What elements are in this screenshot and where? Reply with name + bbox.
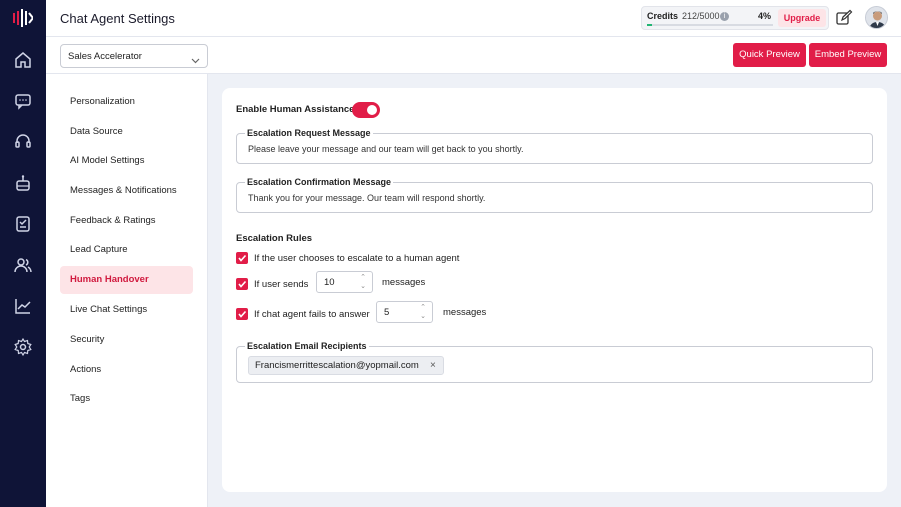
settings-icon[interactable] — [13, 337, 33, 357]
email-chip-text: Francismerrittescalation@yopmail.com — [255, 360, 419, 371]
chevron-down-icon — [191, 52, 200, 64]
page-title: Chat Agent Settings — [60, 11, 175, 26]
agent-select-value: Sales Accelerator — [68, 51, 142, 62]
embed-preview-button[interactable]: Embed Preview — [809, 43, 887, 67]
chat-icon[interactable] — [13, 91, 33, 111]
human-handover-card: Enable Human Assistance Escalation Reque… — [222, 88, 887, 492]
escalation-request-label: Escalation Request Message — [245, 128, 373, 139]
rule-escalate-checkbox[interactable] — [236, 252, 248, 264]
settings-menu: Personalization Data Source AI Model Set… — [46, 74, 208, 507]
menu-item-ai-model-settings[interactable]: AI Model Settings — [60, 147, 193, 175]
rule-user-sends-checkbox[interactable] — [236, 278, 248, 290]
close-icon[interactable]: × — [430, 357, 436, 374]
user-sends-value: 10 — [324, 277, 335, 288]
avatar[interactable] — [865, 6, 888, 29]
top-header: Chat Agent Settings Credits 212/5000 i 4… — [46, 0, 901, 37]
info-icon[interactable]: i — [720, 12, 729, 21]
chevron-down-icon[interactable]: ⌄ — [419, 313, 427, 321]
email-chip: Francismerrittescalation@yopmail.com × — [248, 356, 444, 375]
escalation-email-field[interactable]: Escalation Email Recipients Francismerri… — [236, 341, 873, 383]
edit-icon[interactable] — [835, 9, 853, 27]
rule-agent-fails-checkbox[interactable] — [236, 308, 248, 320]
nav-rail — [0, 0, 46, 507]
menu-item-actions[interactable]: Actions — [60, 356, 193, 384]
users-icon[interactable] — [13, 255, 33, 275]
menu-item-security[interactable]: Security — [60, 326, 193, 354]
brand-logo-icon[interactable] — [13, 9, 35, 27]
agent-fails-value: 5 — [384, 307, 390, 318]
analytics-icon[interactable] — [13, 296, 33, 316]
toggle-knob — [367, 105, 377, 115]
user-sends-suffix: messages — [382, 277, 426, 288]
escalation-request-value: Please leave your message and our team w… — [248, 144, 524, 154]
enable-human-assistance-label: Enable Human Assistance — [236, 104, 355, 115]
menu-item-human-handover[interactable]: Human Handover — [60, 266, 193, 294]
chevron-down-icon[interactable]: ⌄ — [359, 283, 367, 291]
bot-icon[interactable] — [13, 173, 33, 193]
menu-item-tags[interactable]: Tags — [60, 385, 193, 413]
toolbar: Sales Accelerator Quick Preview Embed Pr… — [46, 37, 901, 74]
menu-item-lead-capture[interactable]: Lead Capture — [60, 236, 193, 264]
credits-progress-fill — [647, 24, 653, 26]
credits-percent: 4% — [758, 11, 772, 21]
credits-progress-bar — [647, 24, 773, 26]
menu-item-personalization[interactable]: Personalization — [60, 88, 193, 116]
rule-escalate-label: If the user chooses to escalate to a hum… — [254, 253, 460, 264]
rule-user-sends-label: If user sends — [254, 279, 309, 290]
agent-fails-stepper[interactable]: 5 ⌃ ⌄ — [376, 301, 433, 323]
agent-select[interactable]: Sales Accelerator — [60, 44, 208, 68]
escalation-confirmation-value: Thank you for your message. Our team wil… — [248, 193, 486, 203]
credits-value: 212/5000 — [682, 11, 720, 21]
menu-item-feedback-ratings[interactable]: Feedback & Ratings — [60, 207, 193, 235]
quick-preview-button[interactable]: Quick Preview — [733, 43, 806, 67]
escalation-request-field[interactable]: Escalation Request Message Please leave … — [236, 128, 873, 164]
chevron-up-icon[interactable]: ⌃ — [359, 274, 367, 282]
escalation-confirmation-field[interactable]: Escalation Confirmation Message Thank yo… — [236, 177, 873, 213]
escalation-confirmation-label: Escalation Confirmation Message — [245, 177, 394, 188]
upgrade-button[interactable]: Upgrade — [778, 9, 826, 27]
agent-fails-suffix: messages — [443, 307, 487, 318]
credits-label: Credits — [647, 11, 679, 21]
chevron-up-icon[interactable]: ⌃ — [419, 304, 427, 312]
credits-widget: Credits 212/5000 i 4% Upgrade — [641, 6, 829, 30]
inbox-icon[interactable] — [13, 214, 33, 234]
home-icon[interactable] — [13, 50, 33, 70]
menu-item-messages-notifications[interactable]: Messages & Notifications — [60, 177, 193, 205]
escalation-rules-title: Escalation Rules — [236, 233, 313, 244]
user-sends-stepper[interactable]: 10 ⌃ ⌄ — [316, 271, 373, 293]
headset-icon[interactable] — [13, 131, 33, 151]
menu-item-data-source[interactable]: Data Source — [60, 118, 193, 146]
escalation-email-label: Escalation Email Recipients — [245, 341, 369, 352]
menu-item-live-chat-settings[interactable]: Live Chat Settings — [60, 296, 193, 324]
enable-human-assistance-toggle[interactable] — [352, 102, 380, 118]
rule-agent-fails-label: If chat agent fails to answer — [254, 309, 370, 320]
